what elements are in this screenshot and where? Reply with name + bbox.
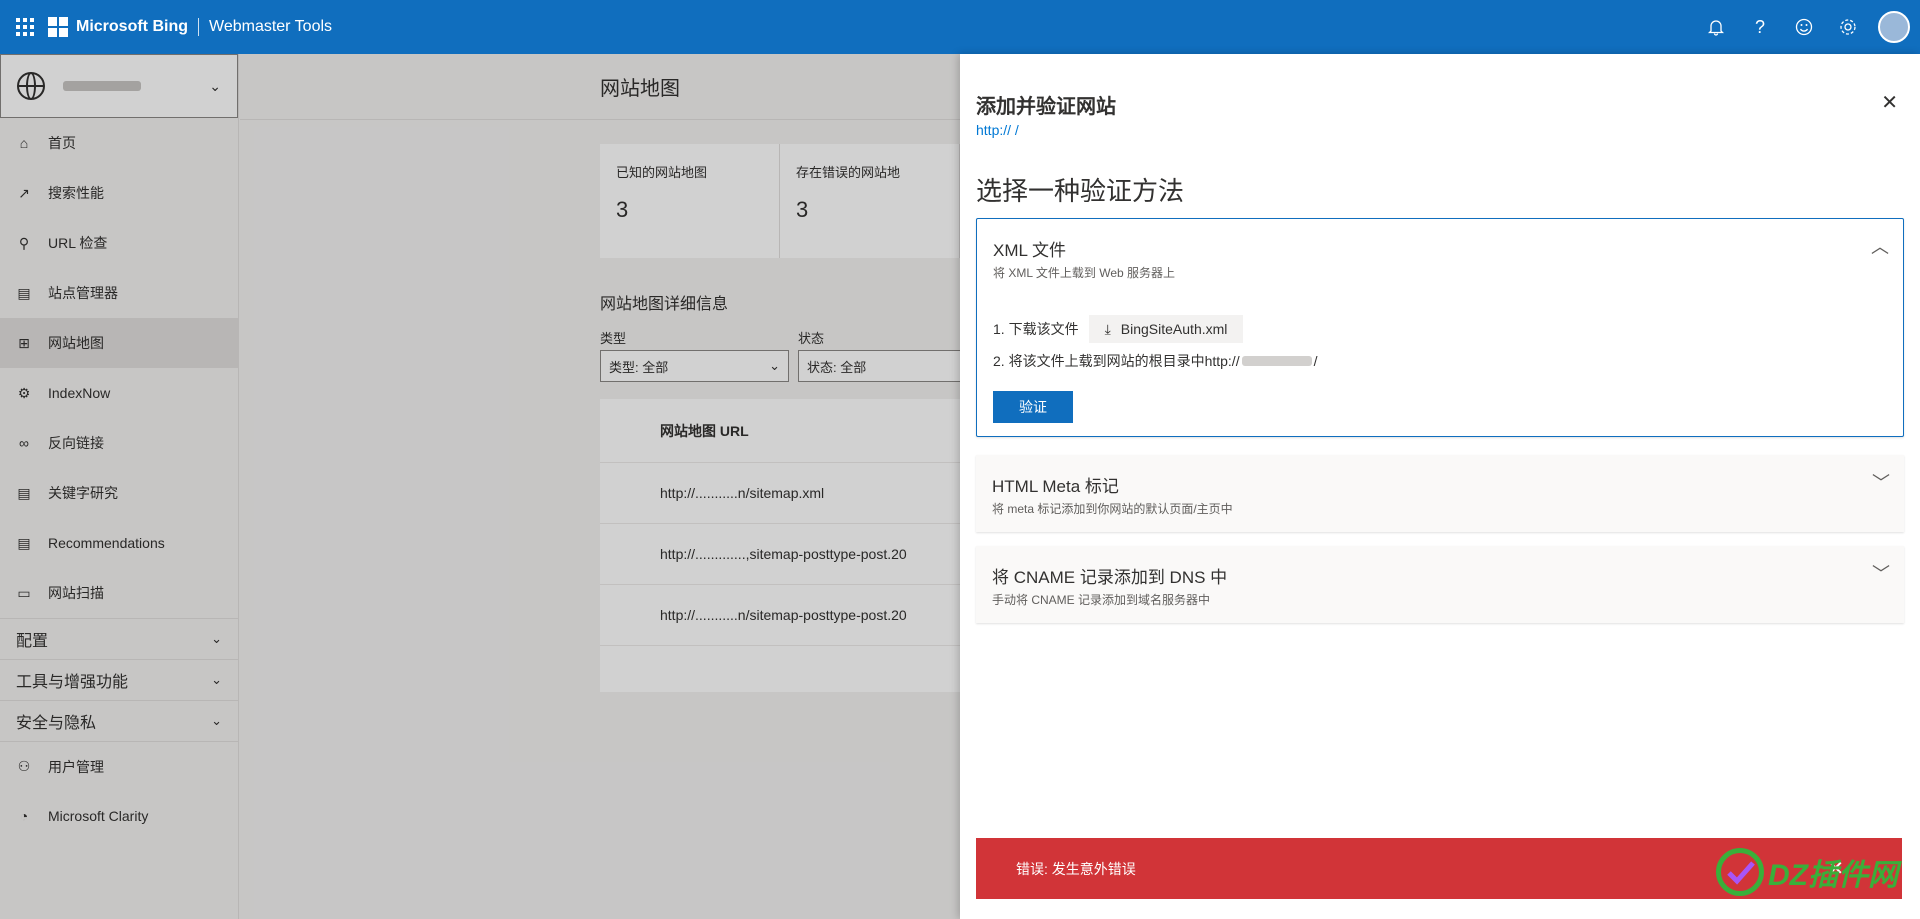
download-file-button[interactable]: ⤓ BingSiteAuth.xml (1088, 315, 1244, 343)
option-description: 将 meta 标记添加到你网站的默认页面/主页中 (992, 502, 1233, 516)
option-title: 将 CNAME 记录添加到 DNS 中 (992, 568, 1228, 587)
option-cname-dns[interactable]: 将 CNAME 记录添加到 DNS 中 手动将 CNAME 记录添加到域名服务器… (976, 546, 1904, 623)
option-description: 手动将 CNAME 记录添加到域名服务器中 (992, 593, 1211, 607)
brand-divider (198, 18, 199, 36)
step-suffix: / (1313, 353, 1318, 369)
top-bar-actions: ? (1694, 0, 1920, 54)
option-xml-file: XML 文件 将 XML 文件上载到 Web 服务器上 ︿ 1. 下载该文件 ⤓… (976, 218, 1904, 437)
download-file-name: BingSiteAuth.xml (1120, 321, 1228, 337)
microsoft-logo-icon (48, 17, 68, 37)
option-title[interactable]: XML 文件 (993, 236, 1066, 261)
chevron-down-icon[interactable]: ﹀ (1872, 560, 1890, 586)
bell-icon[interactable] (1694, 0, 1738, 54)
chevron-down-icon[interactable]: ﹀ (1872, 469, 1890, 495)
app-launcher-icon[interactable] (14, 16, 36, 38)
add-verify-site-panel: 添加并验证网站 ✕ http:// / 选择一种验证方法 XML 文件 将 XM… (960, 54, 1920, 919)
step-download: 1. 下载该文件 ⤓ BingSiteAuth.xml (993, 315, 1244, 343)
panel-title: 添加并验证网站 (976, 96, 1116, 118)
settings-icon[interactable] (1826, 0, 1870, 54)
product-name[interactable]: Webmaster Tools (209, 18, 332, 36)
chevron-up-icon[interactable]: ︿ (1871, 233, 1889, 259)
close-icon[interactable]: ✕ (1881, 90, 1898, 115)
watermark-logo: DZ插件网 (1716, 844, 1904, 900)
modal-overlay[interactable] (0, 54, 960, 919)
step-label: 1. 下载该文件 (993, 321, 1079, 337)
verify-button[interactable]: 验证 (993, 391, 1073, 423)
checkmark-icon (1716, 848, 1764, 896)
step-label: 2. 将该文件上载到网站的根目录中http:// (993, 353, 1240, 369)
option-title: HTML Meta 标记 (992, 477, 1119, 496)
option-html-meta[interactable]: HTML Meta 标记 将 meta 标记添加到你网站的默认页面/主页中 ﹀ (976, 455, 1904, 532)
domain-redacted (1241, 356, 1312, 366)
panel-subtitle: 选择一种验证方法 (976, 176, 1185, 206)
site-url-link[interactable]: http:// / (976, 122, 1019, 138)
download-icon: ⤓ (1104, 320, 1111, 337)
watermark-text: DZ插件网 (1768, 859, 1898, 892)
help-icon[interactable]: ? (1738, 0, 1782, 54)
avatar[interactable] (1878, 11, 1910, 43)
brand-name[interactable]: Microsoft Bing (76, 18, 188, 36)
option-description: 将 XML 文件上载到 Web 服务器上 (993, 266, 1176, 280)
feedback-icon[interactable] (1782, 0, 1826, 54)
step-upload: 2. 将该文件上载到网站的根目录中http:// / (993, 351, 1317, 371)
error-message: 错误: 发生意外错误 (1016, 860, 1136, 877)
top-bar: Microsoft Bing Webmaster Tools ? (0, 0, 1920, 54)
